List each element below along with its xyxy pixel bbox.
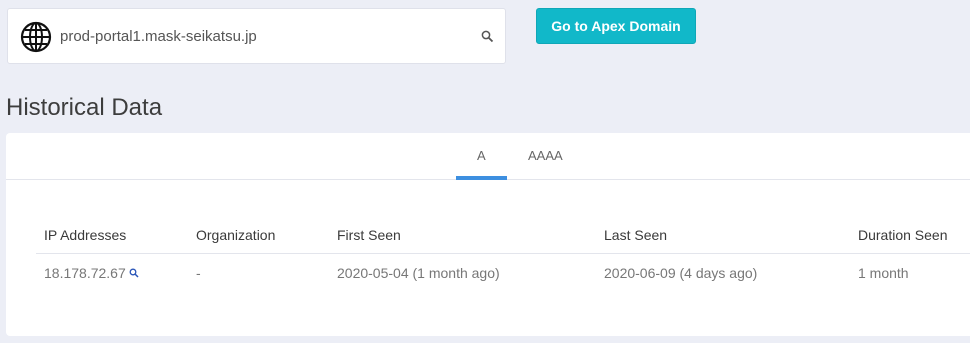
- domain-search-input[interactable]: prod-portal1.mask-seikatsu.jp: [60, 28, 257, 45]
- record-type-tabs: A AAAA: [6, 133, 970, 180]
- table-row-organization: -: [196, 265, 201, 281]
- ip-search-icon[interactable]: [129, 268, 139, 278]
- tab-a[interactable]: A: [477, 148, 486, 163]
- table-row-last-seen: 2020-06-09 (4 days ago): [604, 265, 758, 281]
- ip-address: 18.178.72.67: [44, 265, 126, 281]
- active-tab-indicator: [456, 176, 507, 180]
- column-header-ip-addresses: IP Addresses: [44, 227, 127, 243]
- go-to-apex-domain-button[interactable]: Go to Apex Domain: [536, 8, 696, 44]
- tab-aaaa[interactable]: AAAA: [528, 148, 563, 163]
- column-header-first-seen: First Seen: [337, 227, 401, 243]
- section-title: Historical Data: [6, 94, 163, 121]
- historical-data-panel: A AAAA IP Addresses Organization First S…: [6, 133, 970, 336]
- column-header-organization: Organization: [196, 227, 276, 243]
- column-header-duration-seen: Duration Seen: [858, 227, 948, 243]
- table-row-ip: 18.178.72.67: [44, 265, 139, 281]
- table-row-first-seen: 2020-05-04 (1 month ago): [337, 265, 500, 281]
- globe-icon: [20, 21, 52, 53]
- header-divider: [36, 253, 970, 254]
- column-header-last-seen: Last Seen: [604, 227, 668, 243]
- table-row-duration: 1 month: [858, 265, 909, 281]
- domain-search-box[interactable]: prod-portal1.mask-seikatsu.jp: [7, 8, 506, 64]
- search-icon[interactable]: [481, 30, 494, 43]
